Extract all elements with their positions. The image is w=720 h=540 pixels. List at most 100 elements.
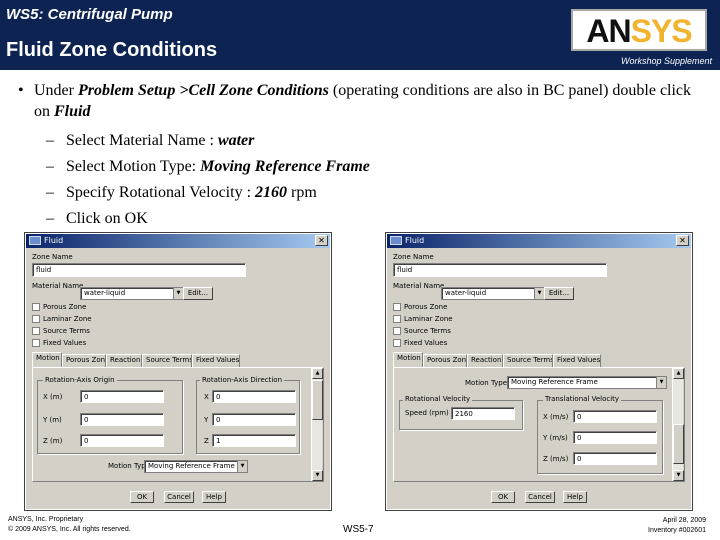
origin-x-input[interactable]: 0: [80, 390, 164, 403]
direction-x-label: X: [204, 393, 209, 401]
direction-x-input[interactable]: 0: [212, 390, 296, 403]
tab-source-terms[interactable]: Source Terms: [503, 354, 553, 367]
fluid-dialog-right: Fluid ✕ Zone Name fluid Material Name wa…: [385, 232, 693, 511]
bullet-target: Fluid: [54, 103, 91, 120]
motion-type-select[interactable]: Moving Reference Frame ▼: [507, 376, 667, 389]
checkbox-label: Porous Zone: [43, 303, 87, 311]
scroll-down-icon: ▼: [312, 470, 323, 481]
tab-reaction[interactable]: Reaction: [467, 354, 503, 367]
help-button[interactable]: Help: [563, 491, 587, 503]
origin-x-label: X (m): [43, 393, 63, 401]
tab-source-terms[interactable]: Source Terms: [142, 354, 192, 367]
fixed-values-checkbox[interactable]: [393, 339, 401, 347]
material-name-label: Material Name: [32, 282, 84, 290]
ok-button[interactable]: OK: [491, 491, 515, 503]
origin-y-input[interactable]: 0: [80, 413, 164, 426]
direction-y-input[interactable]: 0: [212, 413, 296, 426]
origin-z-input[interactable]: 0: [80, 434, 164, 447]
chevron-down-icon: ▼: [656, 377, 666, 388]
cancel-button[interactable]: Cancel: [164, 491, 194, 503]
origin-y-label: Y (m): [43, 416, 62, 424]
tab-fixed-values[interactable]: Fixed Values: [192, 354, 240, 367]
zone-name-input[interactable]: fluid: [393, 263, 607, 277]
checkbox-label: Porous Zone: [404, 303, 448, 311]
translational-velocity-label: Translational Velocity: [543, 395, 622, 403]
motion-type-select[interactable]: Moving Reference Frame ▼: [144, 460, 248, 473]
inventory-text: Inventory #002601: [648, 527, 706, 534]
dialog-title: Fluid: [405, 236, 425, 245]
fluent-window-icon: [29, 236, 41, 245]
laminar-zone-checkbox[interactable]: [393, 315, 401, 323]
copyright-text: © 2009 ANSYS, Inc. All rights reserved.: [8, 526, 131, 533]
scroll-up-icon: ▲: [673, 368, 684, 379]
zone-name-label: Zone Name: [393, 253, 434, 261]
tab-porous-zone[interactable]: Porous Zone: [423, 354, 467, 367]
trans-y-input[interactable]: 0: [573, 431, 657, 444]
trans-y-label: Y (m/s): [543, 434, 568, 442]
tab-porous-zone[interactable]: Porous Zone: [62, 354, 106, 367]
rotational-velocity-label: Rotational Velocity: [403, 395, 473, 403]
help-button[interactable]: Help: [202, 491, 226, 503]
trans-z-input[interactable]: 0: [573, 452, 657, 465]
workshop-subtitle: WS5: Centrifugal Pump: [6, 6, 173, 23]
material-name-label: Material Name: [393, 282, 445, 290]
dialog-title: Fluid: [44, 236, 64, 245]
trans-z-label: Z (m/s): [543, 455, 569, 463]
edit-material-button[interactable]: Edit...: [544, 287, 574, 300]
laminar-zone-checkbox[interactable]: [32, 315, 40, 323]
direction-z-label: Z: [204, 437, 209, 445]
tab-motion[interactable]: Motion: [393, 352, 423, 367]
material-select[interactable]: water-liquid ▼: [441, 287, 545, 300]
workshop-supplement-label: Workshop Supplement: [620, 56, 712, 66]
tab-fixed-values[interactable]: Fixed Values: [553, 354, 601, 367]
zone-name-input[interactable]: fluid: [32, 263, 246, 277]
dialog-titlebar[interactable]: Fluid ✕: [387, 234, 691, 248]
source-terms-checkbox[interactable]: [32, 327, 40, 335]
speed-input[interactable]: 2160: [451, 407, 515, 420]
checkbox-label: Source Terms: [43, 327, 90, 335]
edit-material-button[interactable]: Edit...: [183, 287, 213, 300]
date-text: April 28, 2009: [662, 517, 706, 524]
direction-z-input[interactable]: 1: [212, 434, 296, 447]
fluent-window-icon: [390, 236, 402, 245]
trans-x-input[interactable]: 0: [573, 410, 657, 423]
cancel-button[interactable]: Cancel: [525, 491, 555, 503]
dialog-titlebar[interactable]: Fluid ✕: [26, 234, 330, 248]
scroll-thumb: [673, 424, 684, 464]
checkbox-label: Fixed Values: [43, 339, 87, 347]
ok-button[interactable]: OK: [130, 491, 154, 503]
bullet-dot: •: [18, 82, 24, 99]
proprietary-text: ANSYS, Inc. Proprietary: [8, 516, 84, 523]
material-select[interactable]: water-liquid ▼: [80, 287, 184, 300]
direction-y-label: Y: [204, 416, 209, 424]
chevron-down-icon: ▼: [237, 461, 247, 472]
direction-group-label: Rotation-Axis Direction: [200, 376, 285, 384]
scroll-thumb: [312, 380, 323, 420]
speed-label: Speed (rpm): [405, 409, 449, 417]
panel-scrollbar[interactable]: ▲ ▼: [672, 368, 684, 481]
checkbox-label: Fixed Values: [404, 339, 448, 347]
scroll-down-icon: ▼: [673, 470, 684, 481]
panel-scrollbar[interactable]: ▲ ▼: [311, 368, 323, 481]
motion-type-label: Motion Type: [465, 379, 508, 387]
tab-reaction[interactable]: Reaction: [106, 354, 142, 367]
scroll-up-icon: ▲: [312, 368, 323, 379]
bullet-text-pre: Under: [34, 82, 78, 99]
trans-x-label: X (m/s): [543, 413, 569, 421]
checkbox-label: Laminar Zone: [404, 315, 453, 323]
close-icon[interactable]: ✕: [676, 235, 689, 246]
bullet-path: Problem Setup >Cell Zone Conditions: [77, 82, 329, 99]
chevron-down-icon: ▼: [173, 288, 183, 299]
close-icon[interactable]: ✕: [315, 235, 328, 246]
porous-zone-checkbox[interactable]: [393, 303, 401, 311]
fixed-values-checkbox[interactable]: [32, 339, 40, 347]
porous-zone-checkbox[interactable]: [32, 303, 40, 311]
origin-z-label: Z (m): [43, 437, 63, 445]
tab-motion[interactable]: Motion: [32, 352, 62, 367]
checkbox-label: Source Terms: [404, 327, 451, 335]
main-bullet: • Under Problem Setup >Cell Zone Conditi…: [18, 80, 708, 122]
zone-name-label: Zone Name: [32, 253, 73, 261]
header-bar: WS5: Centrifugal Pump Fluid Zone Conditi…: [0, 0, 720, 70]
origin-group-label: Rotation-Axis Origin: [43, 376, 117, 384]
source-terms-checkbox[interactable]: [393, 327, 401, 335]
